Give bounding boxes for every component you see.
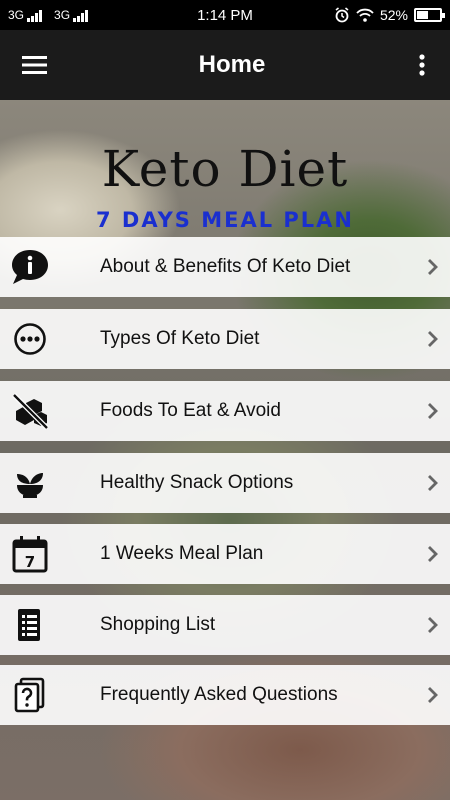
menu-item-about-benefits[interactable]: About & Benefits Of Keto Diet: [0, 237, 450, 297]
network-signal-2: 3G: [54, 8, 89, 22]
no-sugar-icon: [12, 393, 49, 430]
more-horizontal-circle-icon: [14, 323, 46, 355]
list-document-icon: [18, 609, 40, 641]
menu-item-label: Shopping List: [100, 614, 216, 635]
menu-item-label: Frequently Asked Questions: [100, 684, 338, 705]
info-chat-icon: [12, 250, 48, 284]
alarm-icon: [335, 7, 349, 23]
chevron-right-icon: [428, 687, 438, 703]
battery-percent: 52%: [379, 7, 408, 23]
network-type-label: 3G: [8, 8, 25, 22]
app-bar: Home: [0, 30, 450, 100]
menu-item-label: Foods To Eat & Avoid: [100, 400, 281, 421]
chevron-right-icon: [428, 617, 438, 633]
more-options-button[interactable]: [394, 30, 450, 100]
plant-bowl-icon: [17, 473, 43, 498]
menu-item-label: About & Benefits Of Keto Diet: [100, 256, 351, 277]
hero-subtitle: 7 DAYS MEAL PLAN: [95, 208, 355, 232]
network-signal-1: 3G: [8, 8, 43, 22]
signal-bars-icon: [27, 10, 43, 22]
question-document-icon: [14, 677, 45, 713]
hero-title: Keto Diet: [101, 140, 349, 198]
chevron-right-icon: [428, 331, 438, 347]
battery-icon: [414, 8, 445, 22]
chevron-right-icon: [428, 259, 438, 275]
menu-item-shopping-list[interactable]: Shopping List: [0, 595, 450, 655]
network-type-label: 3G: [54, 8, 71, 22]
chevron-right-icon: [428, 403, 438, 419]
more-vert-icon: [419, 54, 425, 76]
menu-item-faq[interactable]: Frequently Asked Questions: [0, 665, 450, 725]
signal-bars-icon: [73, 10, 89, 22]
hamburger-menu-icon: [22, 56, 47, 74]
menu-button[interactable]: [0, 30, 70, 100]
menu-item-foods[interactable]: Foods To Eat & Avoid: [0, 381, 450, 441]
status-bar: 3G 3G 1:14 PM 52%: [0, 0, 450, 30]
menu-item-label: Healthy Snack Options: [100, 472, 294, 493]
page-title: Home: [198, 51, 266, 78]
menu-item-snacks[interactable]: Healthy Snack Options: [0, 453, 450, 513]
menu-item-types[interactable]: Types Of Keto Diet: [0, 309, 450, 369]
calendar-7-icon: 7: [12, 536, 48, 573]
wifi-icon: [356, 8, 374, 22]
menu-item-label: Types Of Keto Diet: [100, 328, 260, 349]
chevron-right-icon: [428, 546, 438, 562]
svg-text:7: 7: [25, 553, 35, 571]
chevron-right-icon: [428, 475, 438, 491]
menu-item-meal-plan[interactable]: 7 1 Weeks Meal Plan: [0, 524, 450, 584]
menu-item-label: 1 Weeks Meal Plan: [100, 543, 264, 564]
